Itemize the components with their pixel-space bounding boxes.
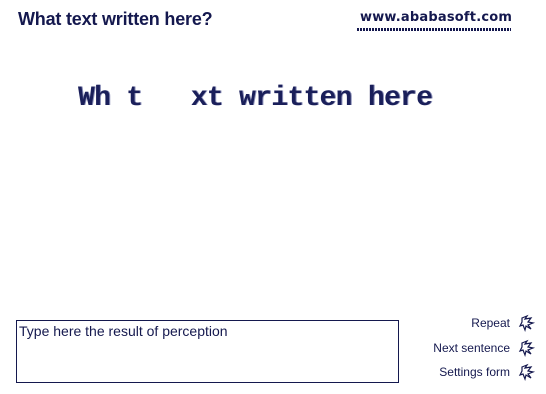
- puzzle-sentence: Wh t xt written here: [78, 83, 433, 114]
- spiral-arrow-icon: [518, 363, 536, 381]
- next-sentence-label: Next sentence: [433, 341, 510, 355]
- site-link[interactable]: www.ababasoft.com: [360, 10, 512, 25]
- page-title: What text written here?: [18, 9, 213, 29]
- next-sentence-button[interactable]: Next sentence: [433, 339, 536, 357]
- site-underline: [357, 28, 511, 31]
- repeat-label: Repeat: [471, 316, 510, 330]
- settings-form-label: Settings form: [439, 365, 510, 379]
- spiral-arrow-icon: [518, 339, 536, 357]
- repeat-button[interactable]: Repeat: [471, 314, 536, 332]
- answer-input[interactable]: [16, 320, 399, 383]
- settings-form-button[interactable]: Settings form: [439, 363, 536, 381]
- spiral-arrow-icon: [518, 314, 536, 332]
